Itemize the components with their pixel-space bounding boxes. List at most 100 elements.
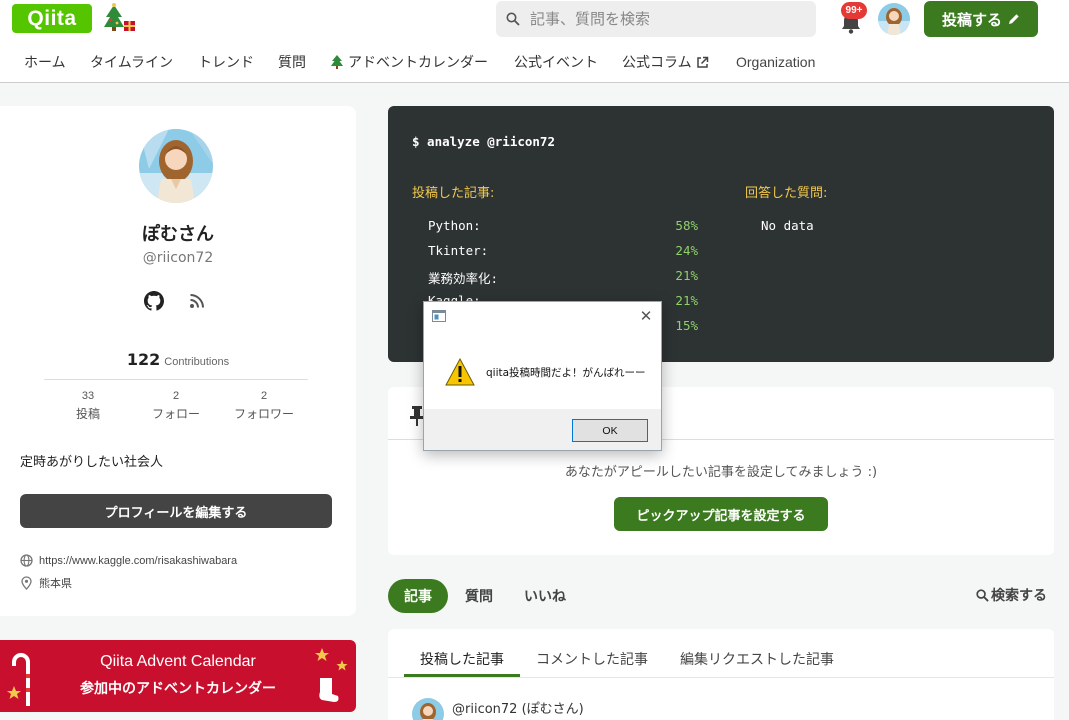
nav-questions[interactable]: 質問 bbox=[278, 49, 306, 75]
github-icon[interactable] bbox=[143, 290, 165, 312]
nav-home-label: ホーム bbox=[24, 55, 66, 71]
contributions-label: Contributions bbox=[164, 356, 230, 368]
profile-website[interactable]: https://www.kaggle.com/risakashiwabara bbox=[20, 554, 237, 567]
nav-column-label: 公式コラム bbox=[622, 55, 692, 71]
posted-articles-heading: 投稿した記事: bbox=[412, 186, 495, 201]
edit-profile-button[interactable]: プロフィールを編集する bbox=[20, 494, 332, 528]
nav-home[interactable]: ホーム bbox=[24, 49, 66, 75]
nav-timeline[interactable]: タイムライン bbox=[90, 49, 173, 75]
christmas-tree-icon bbox=[104, 3, 135, 31]
avatar-illustration bbox=[412, 698, 444, 720]
contributions-count: 122 bbox=[126, 350, 161, 369]
no-data-text: No data bbox=[761, 218, 814, 233]
stat-following-count: 2 bbox=[172, 390, 180, 402]
language-name: Tkinter: bbox=[428, 243, 489, 258]
pencil-icon bbox=[1009, 14, 1019, 24]
avatar-illustration bbox=[139, 129, 213, 203]
language-percent: 21% bbox=[675, 293, 698, 308]
site-header: Qiita 99+ 投稿する bbox=[0, 0, 1069, 83]
tab-questions[interactable]: 質問 bbox=[458, 579, 500, 613]
terminal-command: $ analyze @riicon72 bbox=[412, 134, 555, 149]
external-link-icon bbox=[696, 56, 708, 68]
contributions: 122 Contributions bbox=[0, 350, 356, 369]
user-avatar[interactable] bbox=[878, 3, 910, 35]
stat-following-label: フォロー bbox=[151, 407, 200, 421]
profile-location-text: 熊本県 bbox=[39, 577, 72, 590]
subtab-commented[interactable]: コメントした記事 bbox=[536, 649, 648, 669]
stat-followers-label: フォロワー bbox=[233, 407, 294, 421]
dialog-close-icon[interactable]: ✕ bbox=[638, 308, 654, 324]
dialog-titlebar[interactable]: ✕ bbox=[424, 302, 661, 331]
avatar-illustration bbox=[878, 3, 910, 35]
search-input[interactable] bbox=[530, 10, 800, 28]
qiita-logo[interactable]: Qiita bbox=[12, 4, 92, 33]
warning-icon bbox=[445, 358, 475, 386]
nav-advent-calendar[interactable]: アドベントカレンダー bbox=[330, 49, 488, 75]
globe-icon bbox=[20, 554, 33, 567]
christmas-tree-icon bbox=[331, 55, 343, 69]
language-name: 業務効率化: bbox=[428, 271, 499, 286]
stat-following[interactable]: 2 フォロー bbox=[131, 390, 221, 422]
search-articles-label: 検索する bbox=[991, 588, 1047, 604]
profile-website-url: https://www.kaggle.com/risakashiwabara bbox=[39, 554, 238, 567]
language-row: 業務効率化: 21% bbox=[428, 268, 698, 287]
dialog-body: qiita投稿時間だよ！がんばれーー bbox=[424, 331, 661, 409]
divider bbox=[388, 677, 1054, 678]
dialog-message: qiita投稿時間だよ！がんばれーー bbox=[486, 367, 646, 379]
search-articles-link[interactable]: 検索する bbox=[976, 585, 1047, 605]
language-percent: 15% bbox=[675, 318, 698, 333]
nav-questions-label: 質問 bbox=[278, 55, 306, 71]
language-percent: 58% bbox=[675, 218, 698, 233]
stat-posts[interactable]: 33 投稿 bbox=[43, 390, 133, 422]
profile-location: 熊本県 bbox=[20, 575, 72, 591]
language-name: Python: bbox=[428, 218, 481, 233]
profile-bio: 定時あがりしたい社会人 bbox=[20, 455, 164, 470]
articles-panel: 投稿した記事 コメントした記事 編集リクエストした記事 @riicon72 (ぽ… bbox=[388, 629, 1054, 720]
post-button[interactable]: 投稿する bbox=[924, 1, 1038, 37]
advent-title: Qiita Advent Calendar bbox=[100, 653, 256, 670]
language-percent: 21% bbox=[675, 268, 698, 283]
advent-calendar-banner[interactable]: Qiita Advent Calendar 参加中のアドベントカレンダー bbox=[0, 640, 356, 712]
article-author-avatar[interactable] bbox=[412, 698, 444, 720]
article-author[interactable]: @riicon72 (ぽむさん) bbox=[452, 698, 584, 717]
search-icon bbox=[976, 588, 989, 602]
nav-events-label: 公式イベント bbox=[514, 55, 598, 71]
pinned-message: あなたがアピールしたい記事を設定してみましょう :) bbox=[564, 465, 878, 480]
post-button-label: 投稿する bbox=[941, 10, 1002, 29]
profile-avatar bbox=[139, 129, 213, 203]
language-percent: 24% bbox=[675, 243, 698, 258]
profile-handle: @riicon72 bbox=[142, 250, 214, 266]
subtab-posted[interactable]: 投稿した記事 bbox=[420, 649, 504, 669]
tab-articles[interactable]: 記事 bbox=[388, 579, 448, 613]
set-pickup-article-button[interactable]: ピックアップ記事を設定する bbox=[614, 497, 828, 531]
profile-name: ぽむさん bbox=[142, 224, 214, 245]
profile-card: ぽむさん @riicon72 122 Contributions 33 投稿 2 … bbox=[0, 106, 356, 616]
rss-icon[interactable] bbox=[188, 292, 206, 310]
main-nav: ホーム タイムライン トレンド 質問 アドベントカレンダー 公式イベント 公式コ… bbox=[0, 49, 1069, 77]
stat-posts-count: 33 bbox=[81, 390, 95, 402]
language-row: Python: 58% bbox=[428, 218, 698, 233]
nav-advent-label: アドベントカレンダー bbox=[348, 55, 488, 71]
nav-trend-label: トレンド bbox=[198, 55, 254, 71]
language-row: Tkinter: 24% bbox=[428, 243, 698, 258]
search-icon bbox=[506, 12, 520, 26]
stat-followers[interactable]: 2 フォロワー bbox=[219, 390, 309, 422]
nav-organization[interactable]: Organization bbox=[736, 49, 815, 75]
search-box[interactable] bbox=[496, 1, 816, 37]
nav-organization-label: Organization bbox=[736, 54, 816, 70]
stat-posts-label: 投稿 bbox=[75, 407, 100, 421]
subtab-edit-requests[interactable]: 編集リクエストした記事 bbox=[680, 649, 834, 669]
nav-trend[interactable]: トレンド bbox=[198, 49, 254, 75]
nav-official-events[interactable]: 公式イベント bbox=[514, 49, 598, 75]
alert-dialog: ✕ qiita投稿時間だよ！がんばれーー OK bbox=[423, 301, 662, 451]
nav-timeline-label: タイムライン bbox=[90, 55, 174, 71]
tab-likes[interactable]: いいね bbox=[516, 579, 574, 613]
app-window-icon bbox=[432, 310, 446, 322]
stat-followers-count: 2 bbox=[260, 390, 268, 402]
advent-subtitle: 参加中のアドベントカレンダー bbox=[80, 681, 276, 697]
divider bbox=[44, 379, 308, 380]
nav-official-column[interactable]: 公式コラム bbox=[622, 49, 709, 75]
stocking-icon bbox=[315, 648, 348, 702]
answered-questions-heading: 回答した質問: bbox=[745, 186, 828, 201]
dialog-ok-button[interactable]: OK bbox=[572, 419, 648, 442]
